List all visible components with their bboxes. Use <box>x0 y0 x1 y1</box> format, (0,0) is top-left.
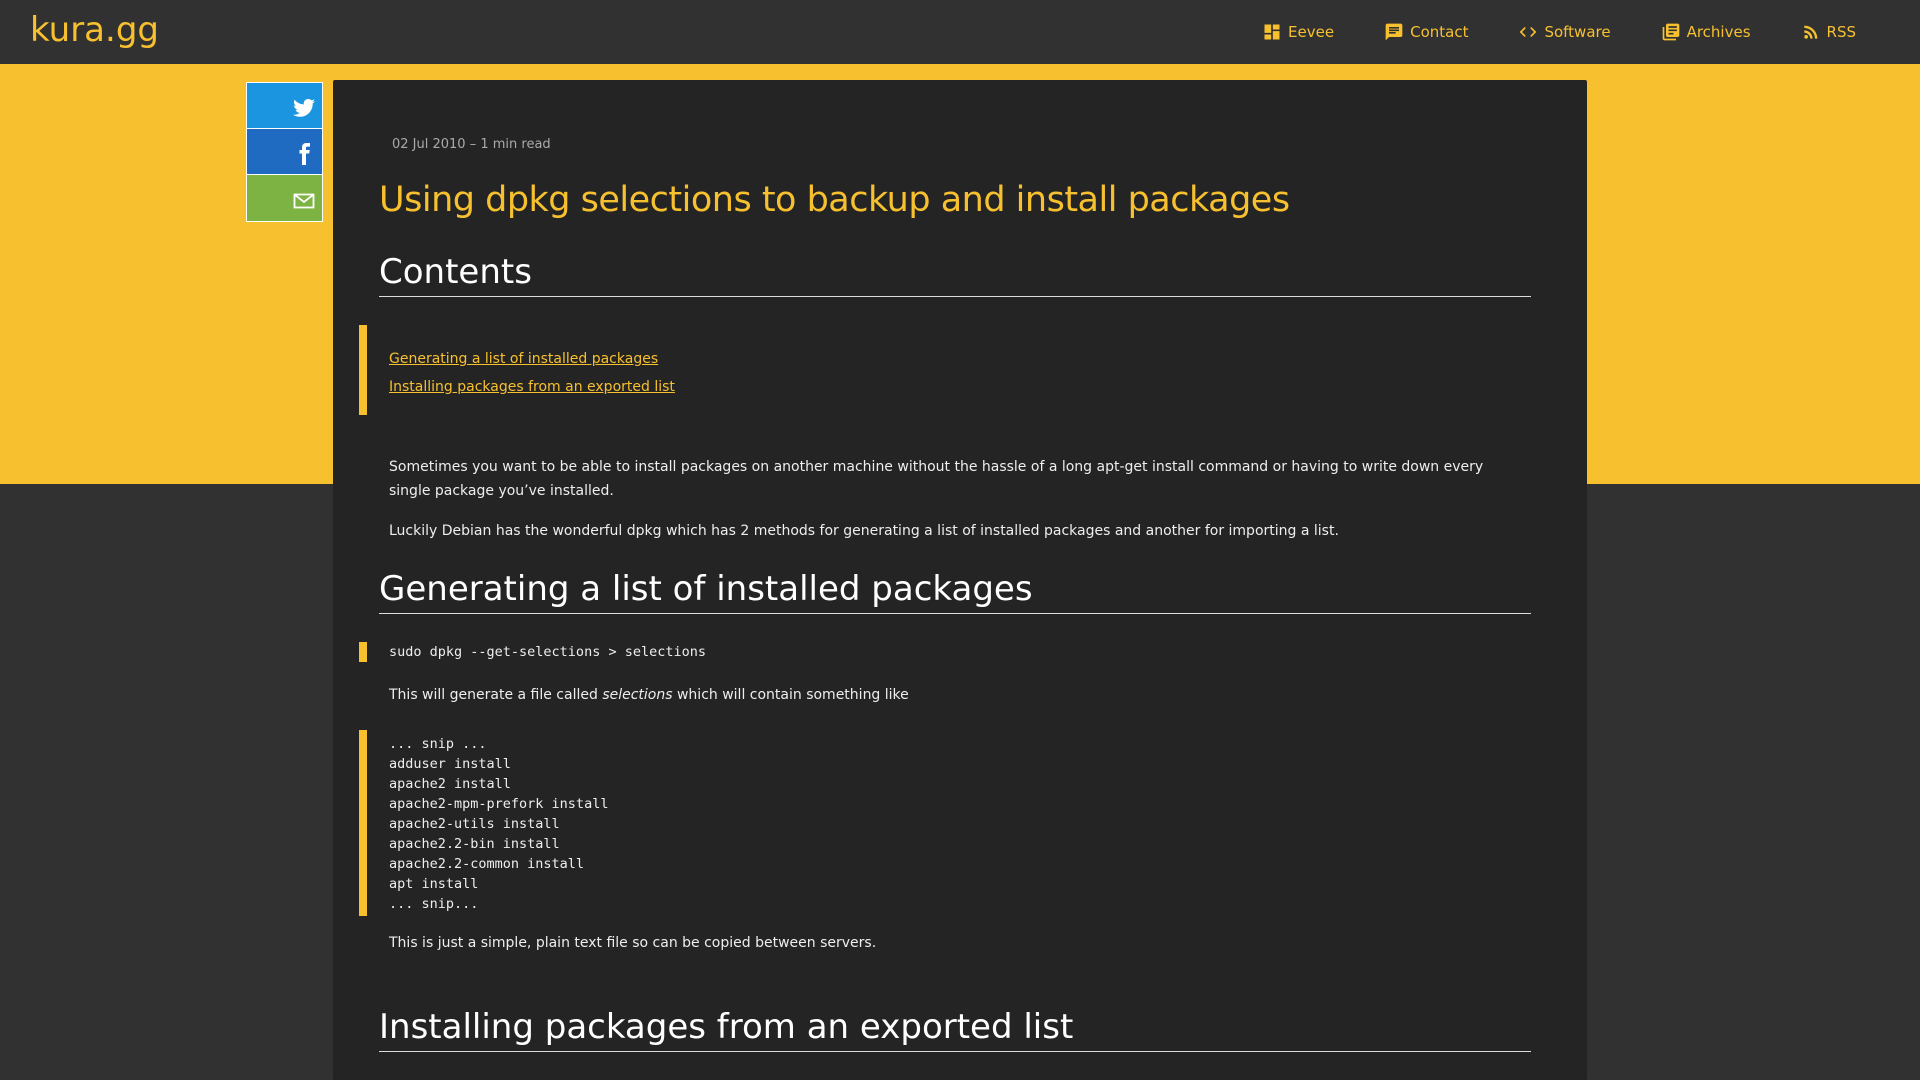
intro-paragraph-1: Sometimes you want to be able to install… <box>389 459 1484 499</box>
article-card: 02 Jul 2010 – 1 min read Using dpkg sele… <box>333 80 1587 1080</box>
library-icon <box>1662 23 1679 41</box>
nav-item-contact[interactable]: Contact <box>1384 22 1468 42</box>
toc-link-installing[interactable]: Installing packages from an exported lis… <box>389 373 1519 401</box>
code-line: apt install <box>389 876 479 892</box>
code-line: adduser install <box>389 756 511 772</box>
code-line: apache2.2-common install <box>389 856 585 872</box>
share-email-button[interactable] <box>247 175 322 221</box>
generate-text-before: This will generate a file called <box>389 687 603 703</box>
nav-item-software[interactable]: Software <box>1518 22 1611 42</box>
post-meta: 02 Jul 2010 – 1 min read <box>392 137 551 152</box>
code-icon <box>1520 27 1537 37</box>
share-facebook-button[interactable] <box>247 129 322 175</box>
generate-paragraph: This will generate a file called selecti… <box>389 683 1529 707</box>
post-title: Using dpkg selections to backup and inst… <box>379 180 1290 220</box>
nav-item-label: Contact <box>1410 23 1469 41</box>
nav-item-eevee[interactable]: Eevee <box>1262 22 1334 42</box>
code-line: apache2-utils install <box>389 816 560 832</box>
nav-item-label: Eevee <box>1288 23 1335 41</box>
contents-heading: Contents <box>379 252 1531 297</box>
share-buttons <box>246 82 323 222</box>
twitter-icon <box>293 99 315 117</box>
toc-link-generating[interactable]: Generating a list of installed packages <box>389 345 1519 373</box>
code-line: ... snip ... <box>389 736 487 752</box>
rss-icon <box>1803 25 1817 39</box>
nav-item-label: Software <box>1544 23 1611 41</box>
intro-paragraph-2: Luckily Debian has the wonderful dpkg wh… <box>389 523 1339 539</box>
main-nav: Eevee Contact Software Archives RSS <box>1262 0 1920 64</box>
top-navigation-bar: kura.gg Eevee Contact Software Archives … <box>0 0 1920 64</box>
code-line: apache2.2-bin install <box>389 836 560 852</box>
mail-icon <box>293 193 315 209</box>
nav-item-archives[interactable]: Archives <box>1661 22 1751 42</box>
command-code-block: sudo dpkg --get-selections > selections <box>359 642 1519 662</box>
nav-item-label: RSS <box>1826 23 1856 41</box>
generate-text-after: which will contain something like <box>672 687 909 703</box>
dashboard-icon <box>1264 24 1280 40</box>
facebook-icon <box>299 143 310 165</box>
nav-item-rss[interactable]: RSS <box>1801 22 1856 42</box>
site-brand-link[interactable]: kura.gg <box>30 10 159 50</box>
message-icon <box>1385 23 1403 41</box>
nav-item-label: Archives <box>1686 23 1751 41</box>
section-heading-installing: Installing packages from an exported lis… <box>379 1007 1531 1052</box>
code-line: sudo dpkg --get-selections > selections <box>389 644 706 660</box>
section-heading-generating: Generating a list of installed packages <box>379 569 1531 614</box>
code-line: apache2 install <box>389 776 511 792</box>
plain-text-paragraph: This is just a simple, plain text file s… <box>389 935 877 951</box>
code-line: ... snip... <box>389 896 479 912</box>
selections-filename: selections <box>602 687 673 703</box>
table-of-contents: Generating a list of installed packages … <box>359 325 1519 415</box>
code-line: apache2-mpm-prefork install <box>389 796 609 812</box>
share-twitter-button[interactable] <box>247 83 322 129</box>
selections-code-block: ... snip ... adduser install apache2 ins… <box>359 730 1519 916</box>
